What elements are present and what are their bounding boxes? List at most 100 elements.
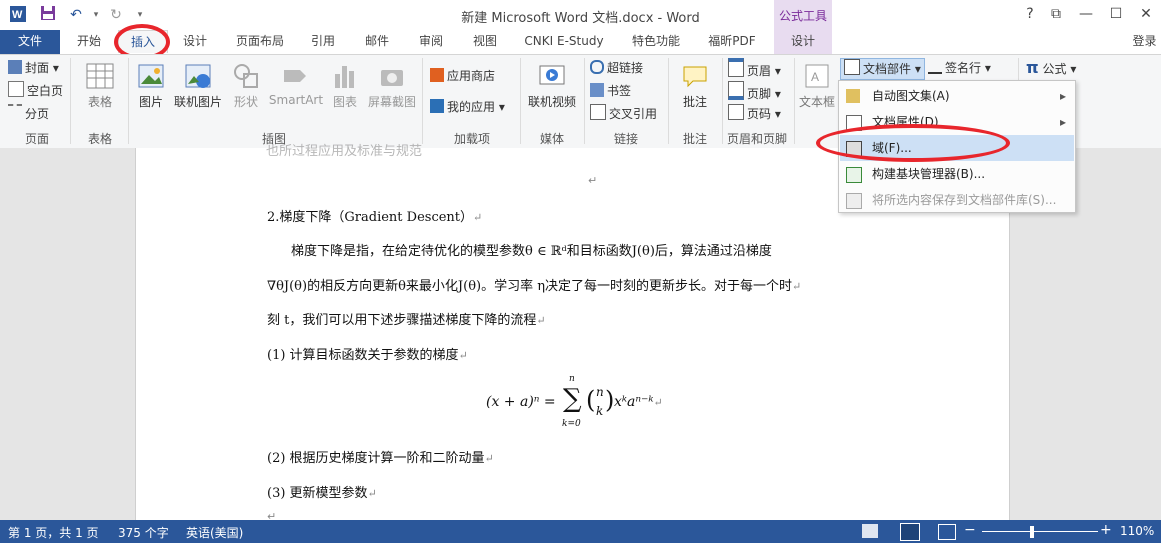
- language-status[interactable]: 英语(美国): [186, 524, 243, 541]
- online-picture-icon: [184, 62, 212, 90]
- header-icon: [728, 58, 744, 77]
- window-title: 新建 Microsoft Word 文档.docx - Word: [461, 11, 700, 26]
- smartart-button[interactable]: SmartArt: [266, 62, 326, 107]
- autotext-icon: [846, 89, 860, 103]
- quick-parts-button[interactable]: 文档部件 ▾: [840, 58, 925, 80]
- binom-bottom: k: [596, 404, 604, 418]
- page-break-button[interactable]: 分页: [8, 104, 49, 124]
- group-label-header-footer: 页眉和页脚: [726, 132, 787, 146]
- chart-icon: [331, 62, 359, 90]
- group-label-tables: 表格: [87, 132, 112, 146]
- bookmark-button[interactable]: 书签: [590, 81, 631, 101]
- tab-file[interactable]: 文件: [0, 30, 60, 54]
- tab-view[interactable]: 视图: [462, 30, 508, 52]
- cover-page-button[interactable]: 封面 ▾: [8, 58, 59, 78]
- tab-foxit-pdf[interactable]: 福昕PDF: [698, 30, 766, 52]
- paragraph-line: ∇θJ(θ)的相反方向更新θ来最小化J(θ)。学习率 η决定了每一时刻的更新步长…: [267, 279, 802, 294]
- page-break-icon: [8, 104, 22, 120]
- tab-review[interactable]: 审阅: [408, 30, 454, 52]
- tab-references[interactable]: 引用: [300, 30, 346, 52]
- shapes-icon: [232, 62, 260, 90]
- blank-page-button[interactable]: 空白页: [8, 81, 63, 101]
- paragraph-line: 刻 t，我们可以用下述步骤描述梯度下降的流程↵: [267, 313, 546, 328]
- svg-text:A: A: [811, 70, 819, 84]
- ribbon-separator: [128, 58, 129, 144]
- screenshot-button[interactable]: 屏幕截图: [364, 62, 420, 110]
- page-number-icon: [728, 104, 744, 120]
- tab-design[interactable]: 设计: [170, 30, 220, 52]
- formula-rhs: xᵏaⁿ⁻ᵏ↵: [614, 394, 663, 410]
- group-label-pages: 页面: [24, 132, 49, 146]
- picture-button[interactable]: 图片: [134, 62, 168, 110]
- equation-button[interactable]: π 公式 ▾: [1026, 58, 1076, 78]
- my-apps-button[interactable]: 我的应用 ▾: [430, 97, 505, 117]
- web-layout-icon[interactable]: [938, 524, 956, 540]
- signature-icon: [928, 58, 942, 74]
- quick-parts-icon: [844, 59, 860, 75]
- minimize-button[interactable]: —: [1074, 4, 1098, 24]
- sum-upper-limit: n: [569, 374, 575, 384]
- tab-equation-design[interactable]: 设计: [778, 30, 828, 52]
- tab-layout[interactable]: 页面布局: [226, 30, 294, 52]
- zoom-out-icon[interactable]: −: [964, 522, 976, 538]
- building-blocks-icon: [846, 167, 862, 183]
- cross-reference-button[interactable]: 交叉引用: [590, 104, 657, 124]
- group-label-links: 链接: [613, 132, 638, 146]
- menu-item-save-selection[interactable]: 将所选内容保存到文档部件库(S)...: [840, 187, 1074, 213]
- header-button[interactable]: 页眉 ▾: [728, 58, 781, 78]
- hyperlink-button[interactable]: 超链接: [590, 58, 643, 78]
- maximize-button[interactable]: ☐: [1104, 4, 1128, 24]
- page-count[interactable]: 第 1 页，共 1 页: [8, 524, 99, 541]
- sum-lower-limit: k=0: [562, 419, 581, 429]
- formula-lhs: (x + a)ⁿ =: [486, 394, 556, 410]
- cut-off-line: 也所过程应用及标准与规范: [266, 144, 423, 159]
- ribbon-separator: [70, 58, 71, 144]
- sign-in-link[interactable]: 登录: [1128, 30, 1161, 52]
- zoom-slider-track[interactable]: [982, 531, 1098, 532]
- tab-features[interactable]: 特色功能: [622, 30, 690, 52]
- ribbon-separator: [794, 58, 795, 144]
- text-box-icon: A: [803, 62, 831, 90]
- list-item: (3) 更新模型参数↵: [267, 486, 377, 501]
- zoom-slider-thumb[interactable]: [1030, 526, 1034, 538]
- shapes-button[interactable]: 形状: [228, 62, 264, 110]
- binom-left-paren: (: [586, 386, 596, 414]
- tab-home[interactable]: 开始: [64, 30, 114, 52]
- signature-line-button[interactable]: 签名行 ▾: [928, 58, 991, 78]
- zoom-level[interactable]: 110%: [1120, 524, 1154, 538]
- list-item: (1) 计算目标函数关于参数的梯度↵: [267, 348, 468, 363]
- text-box-button[interactable]: A 文本框: [796, 62, 838, 110]
- binom-right-paren: ): [605, 386, 615, 414]
- menu-item-building-blocks[interactable]: 构建基块管理器(B)...: [840, 161, 1074, 187]
- help-button[interactable]: ?: [1018, 4, 1042, 24]
- binom-top: n: [596, 385, 604, 399]
- save-selection-icon: [846, 193, 862, 209]
- print-layout-icon[interactable]: [900, 523, 920, 541]
- table-button[interactable]: 表格: [78, 62, 122, 110]
- close-button[interactable]: ✕: [1134, 4, 1158, 24]
- chart-button[interactable]: 图表: [328, 62, 362, 110]
- footer-button[interactable]: 页脚 ▾: [728, 81, 781, 101]
- app-store-button[interactable]: 应用商店: [430, 66, 495, 86]
- pi-icon: π: [1026, 58, 1039, 77]
- paragraph-mark: ↵: [588, 174, 598, 187]
- ribbon-separator: [520, 58, 521, 144]
- menu-item-autotext[interactable]: 自动图文集(A) ▸: [840, 83, 1074, 109]
- ribbon-separator: [584, 58, 585, 144]
- list-item: (2) 根据历史梯度计算一阶和二阶动量↵: [267, 451, 494, 466]
- zoom-in-icon[interactable]: +: [1100, 522, 1112, 538]
- tab-cnki[interactable]: CNKI E-Study: [516, 30, 612, 52]
- status-bar: 第 1 页，共 1 页 375 个字 英语(美国) − + 110%: [0, 520, 1161, 543]
- online-picture-button[interactable]: 联机图片: [172, 62, 224, 110]
- online-video-button[interactable]: 联机视频: [526, 62, 578, 110]
- read-mode-icon[interactable]: [862, 524, 878, 538]
- page-number-button[interactable]: 页码 ▾: [728, 104, 781, 124]
- screenshot-icon: [378, 62, 406, 90]
- word-count[interactable]: 375 个字: [118, 524, 169, 541]
- comment-button[interactable]: 批注: [674, 62, 716, 110]
- ribbon-display-options-button[interactable]: ⧉: [1044, 4, 1068, 24]
- highlight-circle-field: [816, 124, 1010, 162]
- group-label-addins: 加载项: [453, 132, 490, 146]
- group-label-comments: 批注: [682, 132, 707, 146]
- tab-mailings[interactable]: 邮件: [354, 30, 400, 52]
